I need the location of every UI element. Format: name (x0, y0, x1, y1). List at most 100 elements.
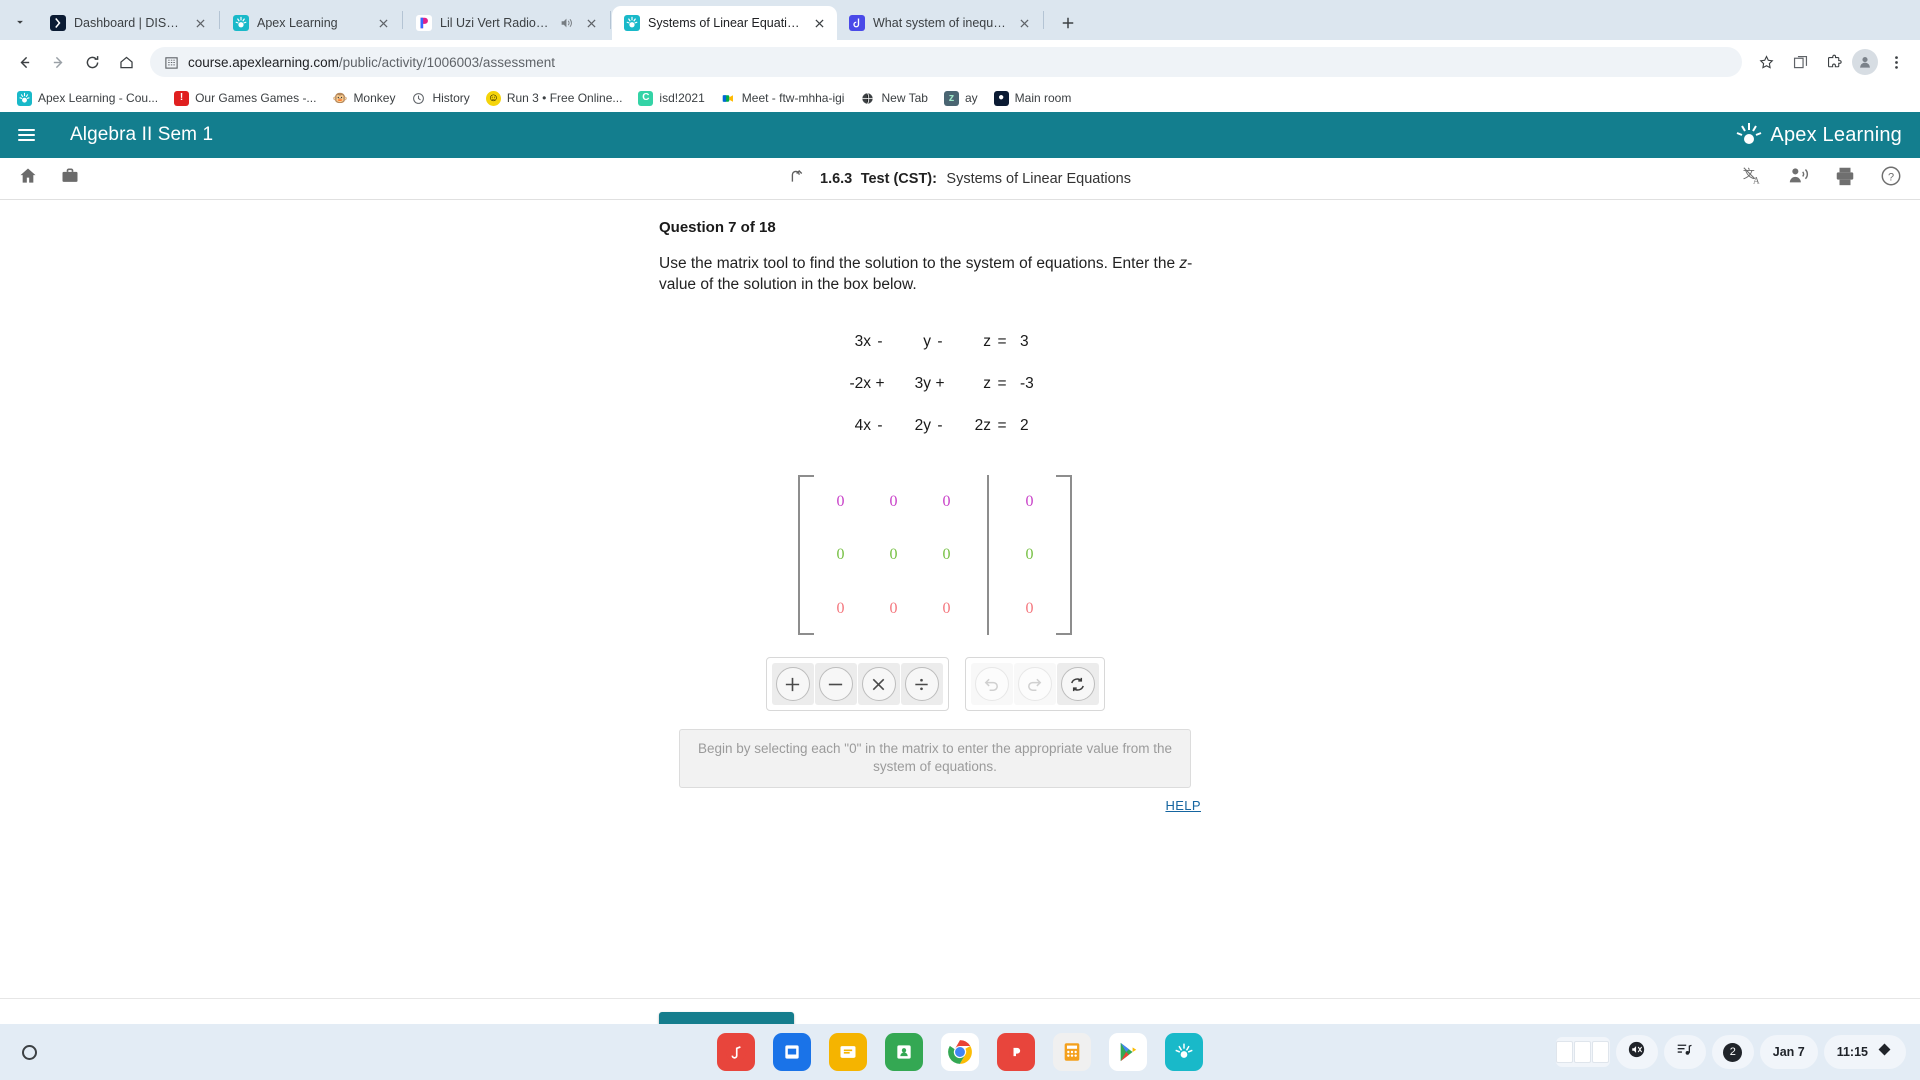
profile-avatar[interactable] (1852, 49, 1878, 75)
matrix-tool: 0 0 0 0 0 0 0 0 0 0 0 0 Begin by selecti… (659, 475, 1211, 814)
browser-tab-title: Apex Learning (257, 16, 338, 30)
close-icon[interactable] (809, 13, 829, 33)
site-info-icon[interactable] (164, 55, 179, 70)
matrix-cell-2-2[interactable]: 0 (943, 600, 951, 618)
apex-learning-favicon (233, 15, 249, 31)
shelf-app-apex[interactable] (1165, 1033, 1203, 1071)
tray-window-preview[interactable] (1555, 1037, 1610, 1067)
matrix-cell-2-1[interactable]: 0 (890, 600, 898, 618)
notification-count-button[interactable]: 2 (1711, 1035, 1754, 1069)
browser-tab-title: Dashboard | DISD Portal (74, 16, 182, 30)
system-tray: 2 Jan 7 11:15 (1555, 1035, 1906, 1069)
bookmark-item-8[interactable]: z ay (937, 88, 985, 109)
status-area-button[interactable]: 11:15 (1823, 1035, 1906, 1069)
equation-row: -2x + 3y + z = -3 (825, 375, 1045, 393)
launcher-button[interactable] (12, 1035, 46, 1069)
tab-audio-icon[interactable] (559, 16, 573, 30)
new-tab-button[interactable] (1051, 6, 1085, 40)
help-icon[interactable]: ? (1880, 165, 1902, 192)
tab-search-button[interactable] (2, 4, 38, 40)
bookmark-item-3[interactable]: History (404, 88, 476, 109)
extensions-button[interactable] (1818, 46, 1850, 78)
bookmark-star-button[interactable] (1750, 46, 1782, 78)
history-bookmark-icon (411, 91, 426, 106)
close-icon[interactable] (373, 13, 393, 33)
close-icon[interactable] (1014, 13, 1034, 33)
back-button[interactable] (8, 46, 40, 78)
bookmark-item-2[interactable]: 🐵 Monkey (325, 88, 402, 109)
shelf-app-slides[interactable] (773, 1033, 811, 1071)
bookmark-label: History (432, 91, 470, 105)
shelf-app-calculator[interactable] (1053, 1033, 1091, 1071)
matrix-cell-1-2[interactable]: 0 (943, 546, 951, 564)
read-aloud-icon[interactable] (1788, 165, 1810, 192)
bookmark-label: ay (964, 91, 978, 105)
close-icon[interactable] (190, 13, 210, 33)
matrix-cell-1-1[interactable]: 0 (890, 546, 898, 564)
close-icon[interactable] (581, 13, 601, 33)
shelf-app-music[interactable] (717, 1033, 755, 1071)
divide-button[interactable] (900, 663, 943, 706)
home-button[interactable] (110, 46, 142, 78)
bookmark-label: Apex Learning - Cou... (38, 91, 159, 105)
undo-button[interactable] (970, 663, 1013, 706)
share-button[interactable] (1784, 46, 1816, 78)
bookmark-item-1[interactable]: ! Our Games Games -... (167, 88, 323, 109)
globe-bookmark-icon (860, 91, 875, 106)
media-controls-button[interactable] (1663, 1035, 1706, 1069)
translate-icon[interactable]: 文A (1742, 165, 1764, 192)
reset-button[interactable] (1056, 663, 1099, 706)
briefcase-icon[interactable] (60, 166, 80, 191)
browser-tab-0[interactable]: Dashboard | DISD Portal (38, 6, 218, 40)
volume-muted-button[interactable] (1615, 1035, 1658, 1069)
bookmark-item-0[interactable]: Apex Learning - Cou... (10, 88, 165, 109)
chrome-menu-button[interactable] (1880, 46, 1912, 78)
browser-tab-3[interactable]: Systems of Linear Equations - A (612, 6, 837, 40)
matrix-cell-1-0[interactable]: 0 (837, 546, 845, 564)
equation-term-2: y (923, 333, 931, 351)
shelf-app-play-store[interactable] (1109, 1033, 1147, 1071)
help-link[interactable]: HELP (1165, 798, 1201, 813)
matrix-hint-message: Begin by selecting each "0" in the matri… (679, 729, 1191, 788)
bookmark-item-4[interactable]: ☺ Run 3 • Free Online... (479, 88, 630, 109)
matrix-cell-0-0[interactable]: 0 (837, 493, 845, 511)
matrix-cell-0-aug[interactable]: 0 (1026, 493, 1034, 511)
tab-separator (219, 11, 220, 29)
bookmark-item-5[interactable]: C isd!2021 (631, 88, 711, 109)
shelf-app-pandora[interactable] (997, 1033, 1035, 1071)
multiply-button[interactable] (857, 663, 900, 706)
matrix-cell-2-0[interactable]: 0 (837, 600, 845, 618)
google-meet-bookmark-icon (720, 90, 736, 106)
browser-tab-2[interactable]: Lil Uzi Vert Radio - Now Pla (404, 6, 609, 40)
bookmark-item-6[interactable]: Meet - ftw-mhha-igi (714, 88, 852, 109)
bookmark-item-7[interactable]: New Tab (853, 88, 934, 109)
forward-button[interactable] (42, 46, 74, 78)
shelf-app-contacts[interactable] (885, 1033, 923, 1071)
bookmark-label: Run 3 • Free Online... (506, 91, 623, 105)
date-button[interactable]: Jan 7 (1759, 1035, 1818, 1069)
matrix-cell-0-1[interactable]: 0 (890, 493, 898, 511)
menu-icon[interactable] (18, 122, 44, 148)
home-icon[interactable] (18, 166, 38, 191)
lesson-breadcrumb: 1.6.3 Test (CST): Systems of Linear Equa… (789, 168, 1131, 190)
go-up-icon[interactable] (789, 168, 806, 190)
browser-tab-4[interactable]: What system of inequalities wo (837, 6, 1042, 40)
tray-time: 11:15 (1836, 1045, 1868, 1059)
shelf-app-classroom[interactable] (829, 1033, 867, 1071)
reload-button[interactable] (76, 46, 108, 78)
tab-strip: Dashboard | DISD Portal Apex Learning Li… (0, 0, 1920, 40)
matrix-cell-1-aug[interactable]: 0 (1026, 546, 1034, 564)
shelf-app-chrome[interactable] (941, 1033, 979, 1071)
subtract-button[interactable] (814, 663, 857, 706)
address-bar[interactable]: course.apexlearning.com/public/activity/… (150, 47, 1742, 77)
browser-tab-title: Systems of Linear Equations - A (648, 16, 801, 30)
bookmark-item-9[interactable]: ● Main room (987, 88, 1079, 109)
apex-learning-page: Algebra II Sem 1 Apex Learning 1.6.3 Tes… (0, 112, 1920, 1066)
equals-sign: = (997, 417, 1007, 435)
redo-button[interactable] (1013, 663, 1056, 706)
matrix-cell-2-aug[interactable]: 0 (1026, 600, 1034, 618)
add-button[interactable] (771, 663, 814, 706)
browser-tab-1[interactable]: Apex Learning (221, 6, 401, 40)
print-icon[interactable] (1834, 165, 1856, 192)
matrix-cell-0-2[interactable]: 0 (943, 493, 951, 511)
